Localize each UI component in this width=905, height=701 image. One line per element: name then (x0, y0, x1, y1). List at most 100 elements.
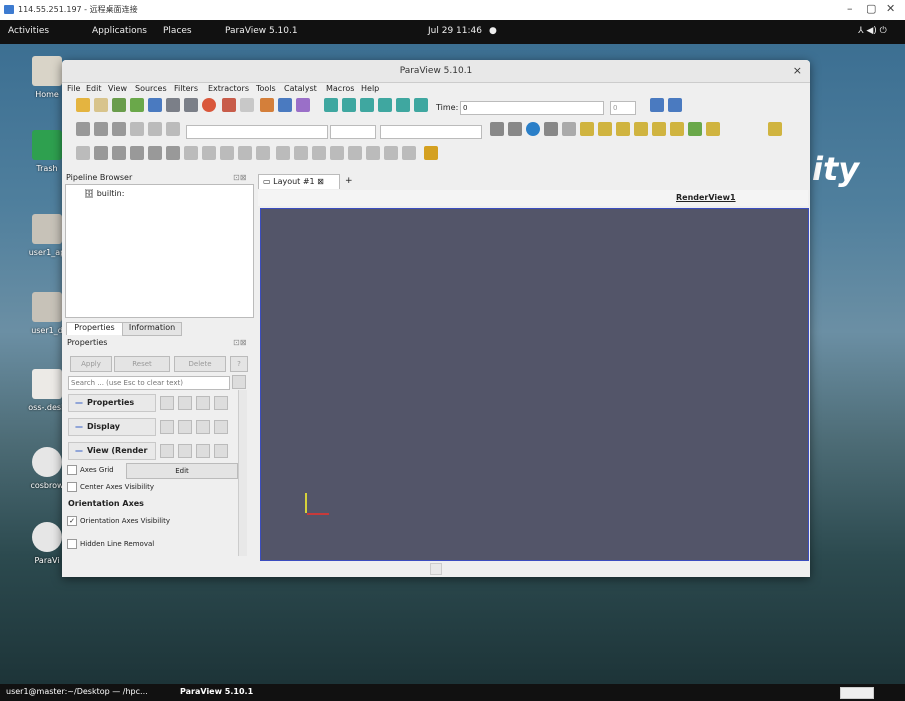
paste-icon[interactable] (178, 396, 192, 410)
rescale-visible-icon[interactable] (166, 122, 180, 136)
extract-subset-icon[interactable] (166, 146, 180, 160)
copy-icon[interactable] (160, 420, 174, 434)
save-default-icon[interactable] (214, 420, 228, 434)
last-frame-icon[interactable] (396, 98, 410, 112)
copy-icon[interactable] (160, 396, 174, 410)
zoom-closest-icon[interactable] (562, 122, 576, 136)
close-tab-icon[interactable]: ⊠ (315, 177, 324, 186)
system-tray[interactable]: ⅄ ◀) ⏻ (858, 26, 887, 36)
save-default-icon[interactable] (214, 396, 228, 410)
clip-icon[interactable] (112, 146, 126, 160)
clock[interactable]: Jul 29 11:46 (428, 26, 482, 36)
axes-grid-edit-button[interactable]: Edit (126, 463, 238, 479)
ruler-icon[interactable] (424, 146, 438, 160)
render-view-name[interactable]: RenderView1 (676, 193, 736, 202)
open-recent-icon[interactable] (94, 98, 108, 112)
glyph-icon[interactable] (184, 146, 198, 160)
plot-over-line-icon[interactable] (276, 146, 290, 160)
next-frame-icon[interactable] (378, 98, 392, 112)
restore-button[interactable]: ▢ (866, 2, 876, 15)
edit-colormap-icon[interactable] (94, 122, 108, 136)
active-app-name[interactable]: ParaView 5.10.1 (225, 26, 298, 36)
rotate-minus-90-icon[interactable] (706, 122, 720, 136)
places-menu[interactable]: Places (163, 26, 192, 36)
section-view[interactable]: — View (Render (68, 442, 156, 460)
help-button[interactable]: ? (230, 356, 248, 372)
applications-menu[interactable]: Applications (92, 26, 147, 36)
properties-search-input[interactable] (68, 376, 230, 390)
view-minus-z-icon[interactable] (670, 122, 684, 136)
histogram-icon[interactable] (312, 146, 326, 160)
horizontal-scroll-handle[interactable] (430, 563, 442, 575)
minimize-button[interactable]: – (847, 2, 853, 15)
panel-float-close-icon[interactable]: ⊡⊠ (233, 338, 246, 347)
interaction-mode-icon[interactable] (526, 122, 540, 136)
component-dropdown[interactable] (330, 125, 376, 139)
paste-icon[interactable] (178, 444, 192, 458)
reset-button[interactable]: Reset (114, 356, 170, 372)
menu-sources[interactable]: Sources (135, 84, 167, 93)
rescale-custom-icon[interactable] (130, 122, 144, 136)
section-properties[interactable]: — Properties (68, 394, 156, 412)
reload-icon[interactable] (196, 420, 210, 434)
menu-filters[interactable]: Filters (174, 84, 198, 93)
save-state-icon[interactable] (130, 98, 144, 112)
rescale-temporal-icon[interactable] (148, 122, 162, 136)
zoom-to-data-icon[interactable] (508, 122, 522, 136)
previous-frame-icon[interactable] (342, 98, 356, 112)
stream-tracer-icon[interactable] (202, 146, 216, 160)
slice-icon[interactable] (130, 146, 144, 160)
menu-view[interactable]: View (108, 84, 127, 93)
panel-float-close-icon[interactable]: ⊡⊠ (233, 173, 246, 182)
auto-apply-icon[interactable] (296, 98, 310, 112)
add-layout-button[interactable]: + (345, 176, 353, 186)
reload-icon[interactable] (196, 396, 210, 410)
temporal-icon[interactable] (330, 146, 344, 160)
first-frame-icon[interactable] (324, 98, 338, 112)
paste-icon[interactable] (178, 420, 192, 434)
axes-grid-checkbox[interactable]: Axes Grid (67, 465, 114, 475)
view-minus-y-icon[interactable] (634, 122, 648, 136)
activities-button[interactable]: Activities (8, 26, 49, 36)
advanced-gear-icon[interactable] (232, 375, 246, 389)
resample-icon[interactable] (384, 146, 398, 160)
menu-help[interactable]: Help (361, 84, 379, 93)
orientation-axes-checkbox[interactable]: ✓ Orientation Axes Visibility (67, 516, 170, 526)
save-data-icon[interactable] (112, 98, 126, 112)
tab-information[interactable]: Information (122, 322, 182, 336)
center-axes-checkbox[interactable]: Center Axes Visibility (67, 482, 154, 492)
connect-icon[interactable] (148, 98, 162, 112)
contour-icon[interactable] (94, 146, 108, 160)
calculator-icon[interactable] (76, 146, 90, 160)
color-by-dropdown[interactable] (186, 125, 328, 139)
menu-extractors[interactable]: Extractors (208, 84, 249, 93)
view-plus-y-icon[interactable] (616, 122, 630, 136)
save-default-icon[interactable] (214, 444, 228, 458)
particle-icon[interactable] (366, 146, 380, 160)
rotate-90-icon[interactable] (688, 122, 702, 136)
representation-dropdown[interactable] (380, 125, 482, 139)
workspace-switcher[interactable] (840, 687, 874, 699)
time-step-spinner[interactable]: 0 (610, 101, 636, 115)
warp-by-vector-icon[interactable] (220, 146, 234, 160)
window-close-button[interactable]: × (793, 60, 802, 82)
menu-catalyst[interactable]: Catalyst (284, 84, 317, 93)
reset-range-icon[interactable] (112, 122, 126, 136)
window-title[interactable]: ParaView 5.10.1 (62, 60, 810, 83)
undo-icon[interactable] (222, 98, 236, 112)
load-state-icon[interactable] (166, 98, 180, 112)
camera-undo-icon[interactable] (260, 98, 274, 112)
group-datasets-icon[interactable] (238, 146, 252, 160)
loop-icon[interactable] (414, 98, 428, 112)
open-file-icon[interactable] (76, 98, 90, 112)
close-button[interactable]: ✕ (886, 2, 895, 15)
camera-redo-icon[interactable] (278, 98, 292, 112)
menu-file[interactable]: File (67, 84, 80, 93)
reset-session-icon[interactable] (202, 98, 216, 112)
probe-icon[interactable] (348, 146, 362, 160)
zoom-to-box-icon[interactable] (544, 122, 558, 136)
properties-scrollbar[interactable] (238, 390, 247, 556)
render-view-canvas[interactable] (260, 208, 809, 561)
python-calculator-icon[interactable] (402, 146, 416, 160)
taskbar-terminal[interactable]: user1@master:~/Desktop — /hpc... (6, 687, 148, 696)
